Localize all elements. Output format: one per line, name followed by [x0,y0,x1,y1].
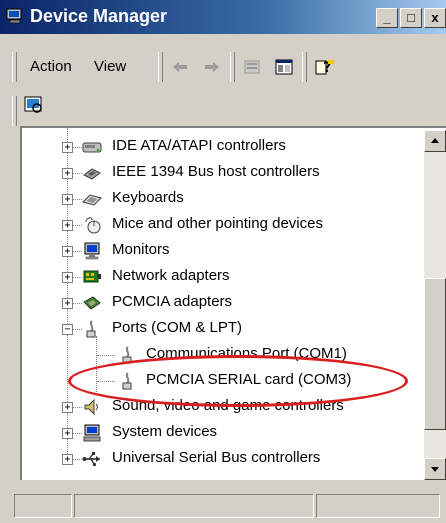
expand-toggle[interactable]: + [62,142,73,153]
scan-hardware-icon[interactable] [24,96,44,114]
device-manager-window: Device Manager _ □ x Action View ? + IDE… [0,0,446,523]
expand-toggle[interactable]: + [62,194,73,205]
tree-item-label: Ports (COM & LPT) [112,319,243,336]
tree-item-label: IDE ATA/ATAPI controllers [112,137,286,154]
expand-toggle[interactable]: + [62,272,73,283]
secondary-toolbar [8,88,440,126]
expand-toggle[interactable]: + [62,454,73,465]
minimize-button[interactable]: _ [376,8,398,28]
expand-toggle[interactable]: + [62,168,73,179]
back-arrow-icon[interactable] [170,58,190,76]
status-panel [74,494,314,518]
close-button[interactable]: x [424,8,446,28]
expand-toggle[interactable]: + [62,220,73,231]
tree-item-ieee1394[interactable]: + IEEE 1394 Bus host controllers [22,162,426,186]
collapse-toggle[interactable]: − [62,324,73,335]
tree-item-label: Monitors [112,241,170,258]
tree-item-label: Network adapters [112,267,230,284]
device-tree[interactable]: + IDE ATA/ATAPI controllers + IEEE 1394 … [20,126,446,480]
tree-item-label: PCMCIA adapters [112,293,233,310]
properties-icon[interactable] [242,58,262,76]
network-adapter-icon [83,270,101,283]
monitor-icon [84,242,100,260]
up-arrow-icon [431,138,439,143]
toolbar-grip[interactable] [12,52,17,82]
tree-item-label: System devices [112,423,218,440]
highlight-circle [68,355,408,407]
tree-item-monitors[interactable]: + Monitors [22,240,426,264]
ieee1394-icon [83,168,101,180]
tree-item-ide-ata[interactable]: + IDE ATA/ATAPI controllers [22,136,426,160]
expand-toggle[interactable]: + [62,246,73,257]
tree-item-mice[interactable]: + Mice and other pointing devices [22,214,426,238]
expand-toggle[interactable]: + [62,428,73,439]
pcmcia-adapter-icon [83,296,101,310]
help-icon[interactable]: ? [314,58,336,76]
vertical-scrollbar[interactable] [424,130,446,480]
mouse-icon [85,217,101,234]
speaker-icon [84,398,98,416]
tree-item-label: Mice and other pointing devices [112,215,323,232]
keyboard-icon [82,194,102,206]
tree-item-label: IEEE 1394 Bus host controllers [112,163,320,180]
tree-connector [97,355,115,356]
forward-arrow-icon[interactable] [202,58,222,76]
scroll-thumb[interactable] [424,278,446,430]
toolbar-grip[interactable] [12,96,17,126]
toolbar-separator [230,52,235,82]
tree-item-usb[interactable]: + Universal Serial Bus controllers [22,448,426,472]
menu-action[interactable]: Action [30,58,72,75]
status-bar [0,486,446,523]
device-manager-icon [6,8,22,24]
view-toggle-icon[interactable] [274,58,294,76]
scroll-up-button[interactable] [424,130,446,152]
down-arrow-icon [431,467,439,472]
tree-item-system[interactable]: + System devices [22,422,426,446]
expand-toggle[interactable]: + [62,402,73,413]
window-title: Device Manager [30,6,168,26]
toolbar-grip[interactable] [158,52,163,82]
toolbar-separator [302,52,307,82]
scroll-down-button[interactable] [424,458,446,480]
tree-item-label: Universal Serial Bus controllers [112,449,321,466]
tree-item-ports[interactable]: − Ports (COM & LPT) [22,318,426,342]
computer-icon [83,424,101,442]
port-icon [86,320,96,338]
tree-item-network[interactable]: + Network adapters [22,266,426,290]
ide-controller-icon [82,142,102,153]
tree-item-keyboards[interactable]: + Keyboards [22,188,426,212]
status-panel [14,494,72,518]
menu-toolbar-row: Action View ? [8,44,440,82]
menu-view[interactable]: View [94,58,126,75]
title-bar[interactable]: Device Manager _ □ x [0,0,446,34]
status-panel [316,494,440,518]
tree-item-label: Keyboards [112,189,184,206]
expand-toggle[interactable]: + [62,298,73,309]
maximize-button[interactable]: □ [400,8,422,28]
usb-icon [82,452,100,467]
tree-item-pcmcia[interactable]: + PCMCIA adapters [22,292,426,316]
